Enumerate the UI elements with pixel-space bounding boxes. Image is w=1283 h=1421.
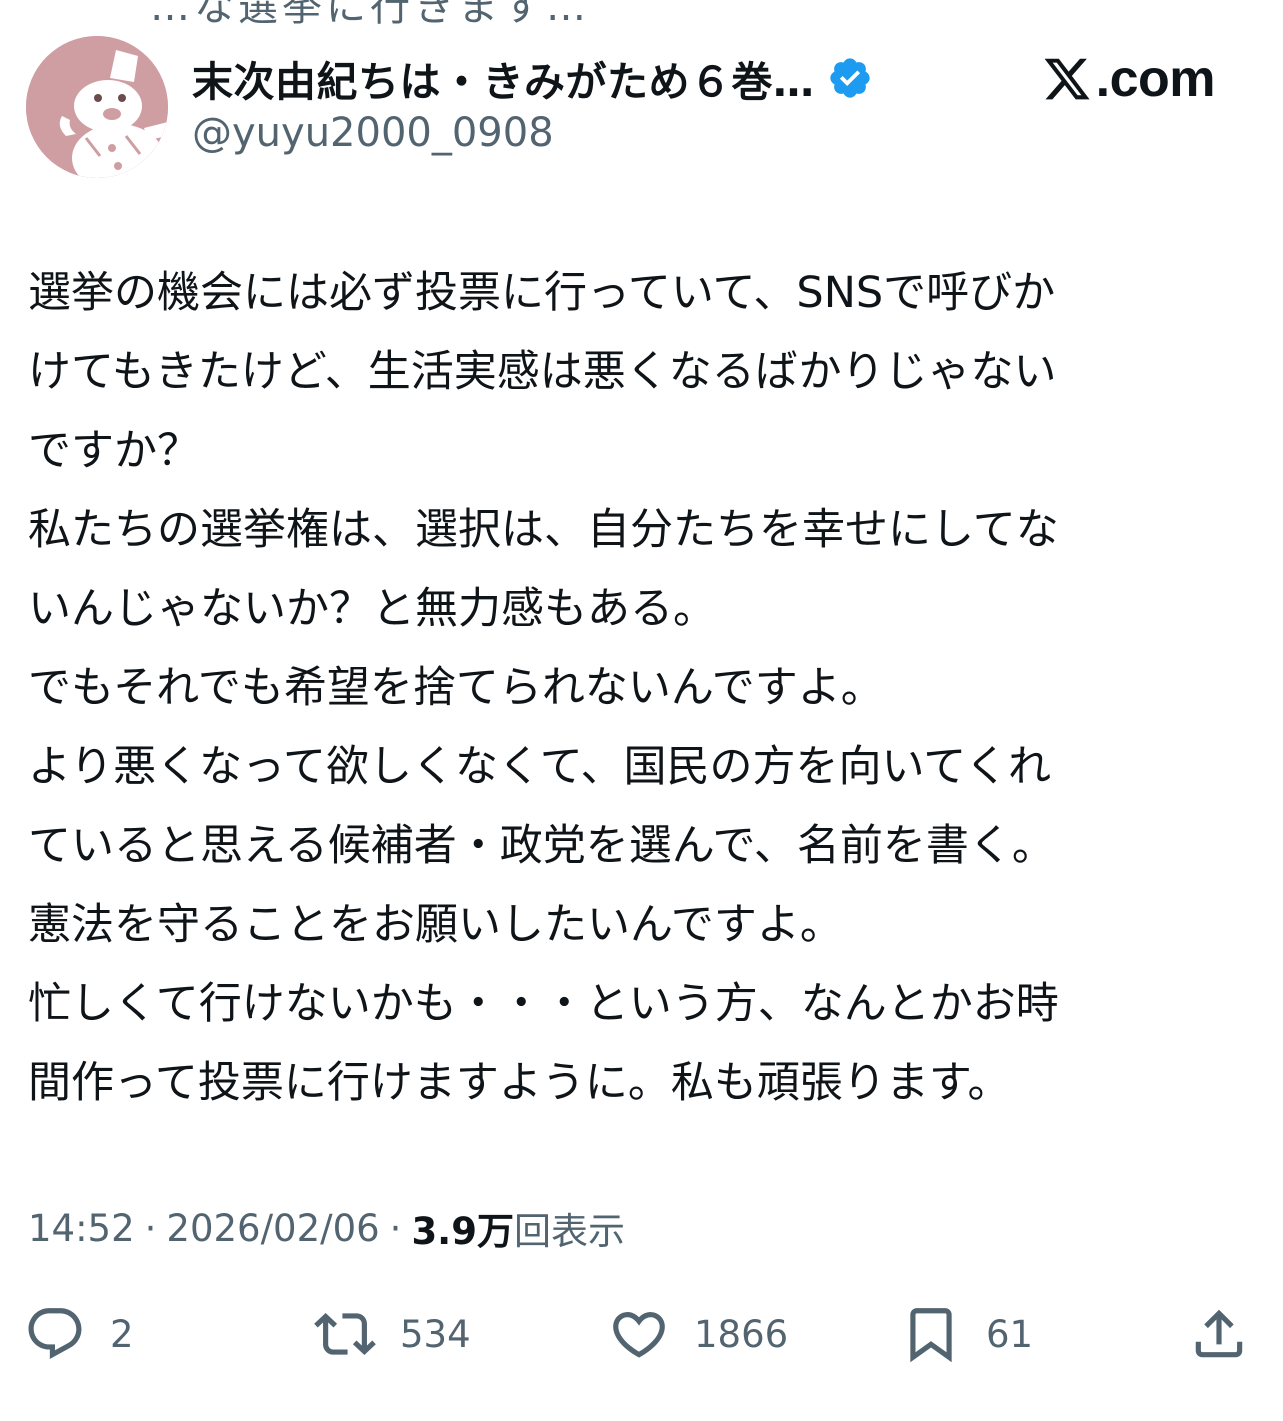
retweet-icon <box>314 1303 376 1365</box>
meta-separator: · <box>389 1206 402 1250</box>
tweet-line: 憲法を守ることをお願いしたいんですよ。 <box>28 900 843 950</box>
tweet-line: 間作って投票に行けますように。私も頑張ります。 <box>28 1058 1011 1108</box>
site-domain-text: .com <box>1095 50 1216 108</box>
meta-separator: · <box>144 1206 157 1250</box>
reply-button[interactable]: 2 <box>24 1296 134 1372</box>
author-name-row[interactable]: 末次由紀ちは・きみがため６巻… <box>192 44 873 112</box>
site-logo: .com <box>1042 44 1216 114</box>
tweet-line: 私たちの選挙権は、選択は、自分たちを幸せにしてな <box>28 505 1059 555</box>
views-label: 回表示 <box>513 1210 625 1253</box>
retweet-button[interactable]: 534 <box>314 1296 471 1372</box>
tweet-line: より悪くなって欲しくなくて、国民の方を向いてくれ <box>28 742 1051 792</box>
tweet-line: 選挙の機会には必ず投票に行っていて、SNSで呼びか <box>28 268 1056 318</box>
tweet-line: けてもきたけど、生活実感は悪くなるばかりじゃない <box>28 347 1057 397</box>
tweet-line: いんじゃないか？と無力感もある。 <box>28 584 716 634</box>
bookmark-icon <box>900 1303 962 1365</box>
reply-icon <box>24 1303 86 1365</box>
share-icon <box>1188 1303 1250 1365</box>
tweet-date[interactable]: 2026/02/06 <box>166 1207 379 1250</box>
tweet-line: ていると思える候補者・政党を選んで、名前を書く。 <box>28 821 1055 871</box>
bookmark-count: 61 <box>986 1312 1034 1356</box>
retweet-count: 534 <box>400 1312 471 1356</box>
tweet-text: 選挙の機会には必ず投票に行っていて、SNSで呼びか けてもきたけど、生活実感は悪… <box>28 254 1260 1123</box>
like-count: 1866 <box>694 1312 789 1356</box>
tweet-line: でもそれでも希望を捨てられないんですよ。 <box>28 663 884 713</box>
snowman-avatar-icon <box>26 36 168 178</box>
avatar[interactable] <box>26 36 168 178</box>
author-handle[interactable]: @yuyu2000_0908 <box>192 110 554 156</box>
reply-count: 2 <box>110 1312 134 1356</box>
action-bar: 2 534 1866 61 <box>0 1296 1283 1372</box>
author-display-name[interactable]: 末次由紀ちは・きみがため６巻… <box>192 48 815 108</box>
x-logo-icon <box>1042 54 1092 104</box>
tweet-meta: 14:52 · 2026/02/06 · 3.9万 回表示 <box>28 1198 625 1258</box>
like-button[interactable]: 1866 <box>608 1296 788 1372</box>
cropped-top-text: …な選挙に行きます… <box>150 0 590 30</box>
bookmark-button[interactable]: 61 <box>900 1296 1033 1372</box>
verified-badge-icon <box>827 55 873 101</box>
tweet-line: ですか？ <box>28 426 200 476</box>
tweet-time[interactable]: 14:52 <box>28 1207 135 1250</box>
share-button[interactable] <box>1188 1296 1250 1372</box>
heart-icon <box>608 1303 670 1365</box>
views-count[interactable]: 3.9万 <box>411 1201 514 1255</box>
tweet-line: 忙しくて行けないかも・・・という方、なんとかお時 <box>28 979 1059 1029</box>
